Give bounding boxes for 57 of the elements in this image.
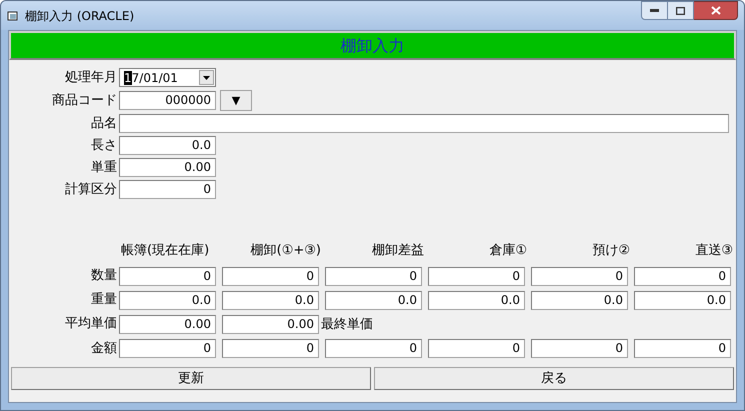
minimize-icon [650,9,659,12]
input-field[interactable]: 0 [119,180,216,199]
input-field[interactable]: 0 [428,339,525,358]
dropdown-button[interactable] [199,70,214,85]
column-header: 棚卸差益 [371,242,424,260]
input-field[interactable]: 0.00 [119,314,216,334]
column-header: 帳簿(現在在庫) [121,242,210,260]
input-field[interactable]: 0.0 [325,290,422,310]
input-field[interactable]: 0 [634,339,731,358]
date-field[interactable]: 17/01/01 [119,68,216,87]
field-label: 計算区分 [64,180,118,198]
window-icon [7,10,19,22]
row-label: 金額 [90,340,118,358]
input-field[interactable]: 0.0 [531,290,628,310]
input-field[interactable]: 0.0 [119,136,216,155]
window-title: 棚卸入力 (ORACLE) [25,8,134,24]
dropdown-button[interactable]: ▼ [220,90,252,111]
field-label: 処理年月 [64,68,118,86]
column-header: 棚卸(①+③) [250,242,321,260]
input-field[interactable]: 000000 [119,91,216,110]
field-label: 単重 [90,158,118,176]
field-label: 品名 [90,114,118,132]
maximize-button[interactable] [668,1,694,20]
row-label: 平均単価 [64,315,118,334]
column-header: 倉庫① [488,242,527,260]
input-field[interactable]: 0.00 [222,314,319,334]
action-button[interactable]: 戻る [374,367,734,390]
input-field[interactable]: 0 [119,339,216,358]
field-label: 商品コード [51,92,118,110]
input-field[interactable]: 0.0 [119,290,216,310]
input-field[interactable]: 0 [325,339,422,358]
caret-icon [203,76,210,80]
input-field[interactable]: 0 [428,266,525,286]
input-field[interactable]: 0 [222,339,319,358]
action-button[interactable]: 更新 [11,367,371,390]
field-label: 最終単価 [321,316,373,334]
input-field[interactable] [119,114,729,133]
maximize-icon [676,6,685,14]
input-field[interactable]: 0.0 [222,290,319,310]
input-field[interactable]: 0 [634,266,731,286]
input-field[interactable]: 0 [325,266,422,286]
column-header: 預け② [591,242,630,260]
field-label: 長さ [90,136,118,154]
input-field[interactable]: 0.0 [428,290,525,310]
input-field[interactable]: 0.00 [119,158,216,177]
close-button[interactable] [694,1,738,20]
close-icon [710,6,720,15]
input-field[interactable]: 0 [119,266,216,286]
row-label: 重量 [90,291,118,309]
header-title: 棚卸入力 [340,34,404,56]
input-field[interactable]: 0 [222,266,319,286]
minimize-button[interactable] [641,1,668,20]
row-label: 数量 [90,267,118,285]
input-field[interactable]: 0 [531,339,628,358]
input-field[interactable]: 0 [531,266,628,286]
input-field[interactable]: 0.0 [634,290,731,310]
column-header: 直送③ [694,242,733,260]
